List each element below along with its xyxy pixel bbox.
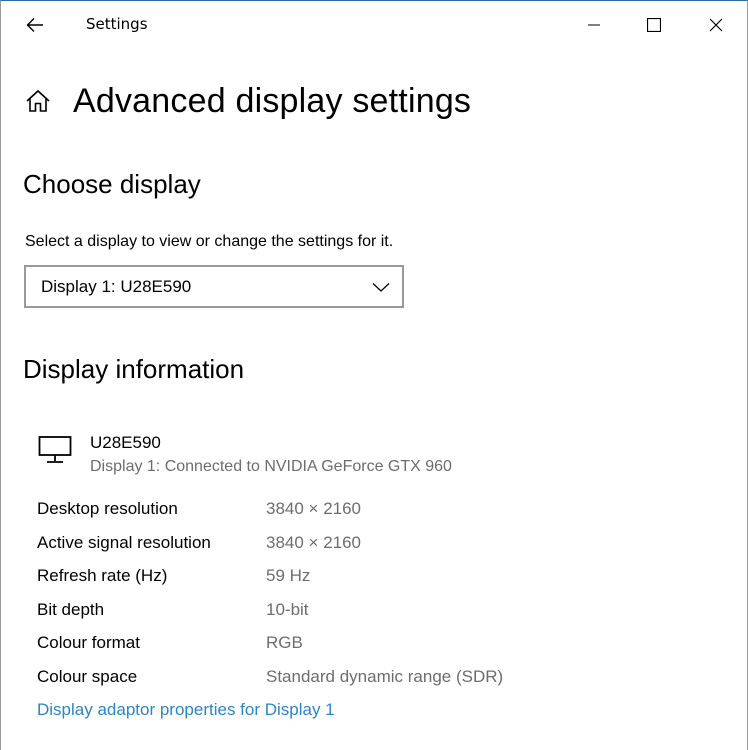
display-information-heading: Display information bbox=[23, 354, 245, 384]
info-label: Colour format bbox=[37, 633, 140, 653]
info-row-colour-format: Colour format RGB bbox=[37, 631, 597, 665]
choose-display-heading: Choose display bbox=[23, 169, 201, 199]
info-value: 3840 × 2160 bbox=[266, 499, 362, 518]
app-title: Settings bbox=[86, 15, 148, 33]
info-value: Standard dynamic range (SDR) bbox=[266, 666, 504, 686]
info-label: Colour space bbox=[37, 666, 138, 686]
info-value: RGB bbox=[266, 633, 303, 653]
close-icon bbox=[709, 18, 723, 32]
home-button[interactable] bbox=[23, 86, 53, 116]
page-header: Advanced display settings bbox=[23, 79, 471, 123]
info-value: 59 Hz bbox=[266, 566, 311, 586]
chevron-down-icon bbox=[372, 283, 390, 292]
maximize-button[interactable] bbox=[631, 1, 677, 49]
info-label: Active signal resolution bbox=[37, 532, 211, 552]
info-row-desktop-resolution: Desktop resolution 3840 × 2160 bbox=[37, 497, 597, 531]
monitor-summary: U28E590 Display 1: Connected to NVIDIA G… bbox=[38, 431, 452, 479]
close-button[interactable] bbox=[693, 1, 739, 49]
minimize-button[interactable] bbox=[571, 1, 617, 49]
display-adapter-properties-link[interactable]: Display adaptor properties for Display 1 bbox=[37, 700, 335, 720]
back-arrow-icon bbox=[26, 18, 43, 32]
monitor-icon bbox=[38, 436, 72, 463]
info-row-bit-depth: Bit depth 10-bit bbox=[37, 598, 597, 632]
info-row-colour-space: Colour space Standard dynamic range (SDR… bbox=[37, 665, 597, 699]
home-icon bbox=[26, 89, 50, 112]
monitor-name: U28E590 bbox=[90, 433, 161, 452]
page-title: Advanced display settings bbox=[73, 82, 472, 120]
info-value: 3840 × 2160 bbox=[266, 532, 362, 552]
info-row-refresh-rate: Refresh rate (Hz) 59 Hz bbox=[37, 564, 597, 598]
maximize-icon bbox=[647, 18, 661, 32]
dropdown-selected-value: Display 1: U28E590 bbox=[41, 277, 192, 296]
info-value: 10-bit bbox=[266, 599, 309, 619]
display-select-dropdown[interactable]: Display 1: U28E590 bbox=[24, 265, 404, 308]
back-button[interactable] bbox=[13, 7, 57, 43]
info-label: Refresh rate (Hz) bbox=[37, 566, 168, 586]
info-label: Bit depth bbox=[37, 599, 105, 619]
display-info-table: Desktop resolution 3840 × 2160 Active si… bbox=[37, 497, 597, 699]
title-bar: Settings bbox=[1, 1, 748, 49]
select-display-instruction: Select a display to view or change the s… bbox=[25, 233, 394, 250]
info-label: Desktop resolution bbox=[37, 499, 178, 518]
monitor-connection-description: Display 1: Connected to NVIDIA GeForce G… bbox=[90, 458, 452, 475]
minimize-icon bbox=[588, 24, 600, 26]
settings-window: Settings Advanced display settings Choos… bbox=[0, 0, 748, 750]
info-row-active-signal-resolution: Active signal resolution 3840 × 2160 bbox=[37, 531, 597, 565]
